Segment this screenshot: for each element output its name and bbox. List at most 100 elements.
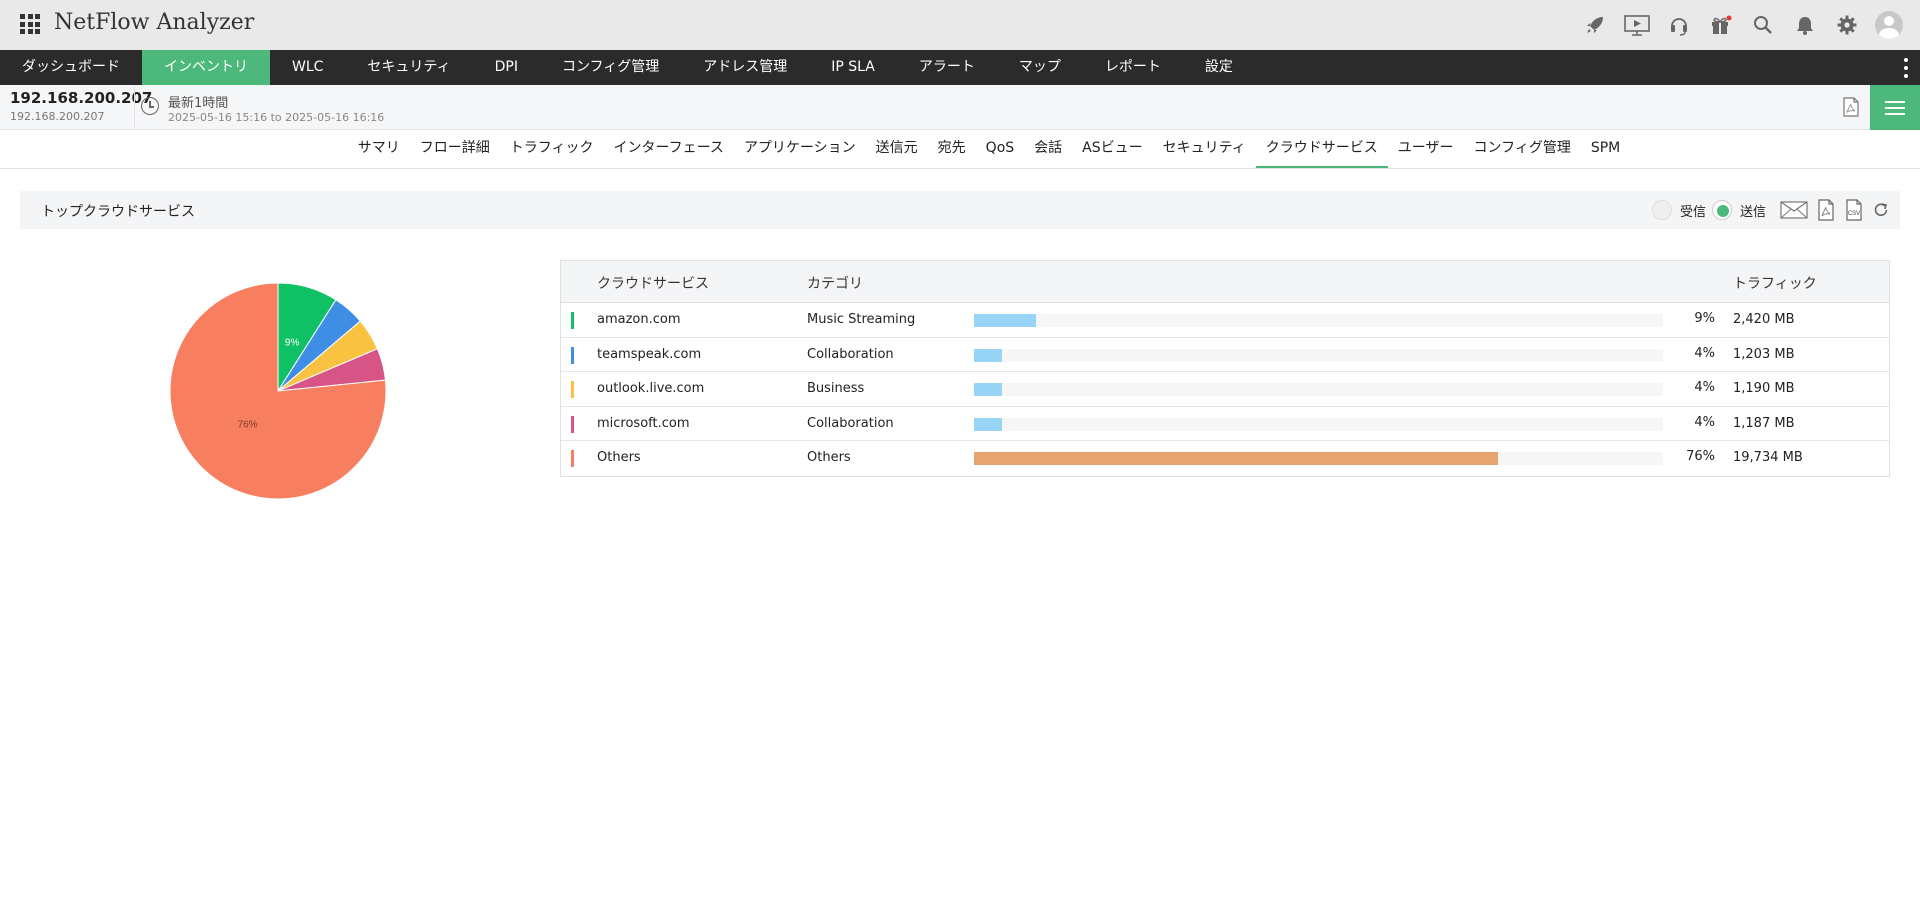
col-header-category[interactable]: カテゴリ bbox=[807, 273, 863, 293]
traffic-percent: 9% bbox=[1694, 311, 1715, 326]
nav-item-8[interactable]: アラート bbox=[897, 50, 997, 85]
tab-0[interactable]: サマリ bbox=[348, 130, 410, 168]
tab-12[interactable]: ユーザー bbox=[1388, 130, 1464, 168]
app-title: NetFlow Analyzer bbox=[54, 10, 255, 35]
traffic-share-bar bbox=[974, 417, 1663, 431]
refresh-icon[interactable] bbox=[1872, 201, 1890, 219]
widget-title: トップクラウドサービス bbox=[41, 204, 195, 220]
nav-item-4[interactable]: DPI bbox=[473, 50, 540, 85]
receive-radio[interactable] bbox=[1651, 200, 1672, 220]
table-body: amazon.com Music Streaming 9% 2,420 MB teams… bbox=[561, 303, 1889, 476]
gear-icon[interactable] bbox=[1826, 8, 1868, 42]
tab-4[interactable]: アプリケーション bbox=[734, 130, 866, 168]
send-label[interactable]: 送信 bbox=[1740, 201, 1766, 220]
search-icon[interactable] bbox=[1742, 8, 1784, 42]
email-icon[interactable] bbox=[1780, 200, 1808, 220]
nav-item-5[interactable]: コンフィグ管理 bbox=[540, 50, 681, 85]
pdf-export-icon[interactable] bbox=[1842, 97, 1860, 121]
traffic-volume: 2,420 MB bbox=[1733, 312, 1795, 327]
service-name[interactable]: amazon.com bbox=[597, 312, 681, 327]
pdf-icon[interactable] bbox=[1816, 199, 1836, 221]
traffic-share-bar bbox=[974, 383, 1663, 396]
rocket-icon[interactable] bbox=[1574, 8, 1616, 42]
service-name[interactable]: outlook.live.com bbox=[597, 381, 704, 396]
nav-item-0[interactable]: ダッシュボード bbox=[0, 50, 142, 85]
user-avatar[interactable] bbox=[1868, 8, 1910, 42]
widget-header: トップクラウドサービス 受信 送信 CSV bbox=[20, 191, 1900, 229]
svg-text:CSV: CSV bbox=[1848, 211, 1860, 217]
traffic-share-bar bbox=[974, 314, 1663, 327]
traffic-percent: 76% bbox=[1686, 449, 1715, 464]
col-header-traffic[interactable]: トラフィック bbox=[1733, 273, 1817, 293]
device-ip-sub: 192.168.200.207 bbox=[10, 110, 105, 123]
nav-item-2[interactable]: WLC bbox=[270, 50, 345, 85]
tab-1[interactable]: フロー詳細 bbox=[410, 130, 500, 168]
hamburger-menu-icon[interactable] bbox=[1870, 85, 1920, 130]
tab-3[interactable]: インターフェース bbox=[603, 130, 733, 168]
app-header: NetFlow Analyzer bbox=[0, 0, 1920, 50]
traffic-share-bar-fill bbox=[974, 452, 1498, 465]
service-category: Collaboration bbox=[807, 346, 894, 362]
traffic-volume: 1,203 MB bbox=[1733, 346, 1795, 362]
service-category: Others bbox=[807, 450, 851, 465]
table-row[interactable]: outlook.live.com Business 4% 1,190 MB bbox=[561, 372, 1889, 407]
traffic-volume: 1,187 MB bbox=[1733, 415, 1795, 431]
service-name[interactable]: microsoft.com bbox=[597, 416, 690, 431]
send-radio[interactable] bbox=[1711, 200, 1732, 220]
tab-6[interactable]: 宛先 bbox=[928, 130, 976, 168]
table-header: クラウドサービス カテゴリ トラフィック bbox=[561, 261, 1889, 303]
tab-13[interactable]: コンフィグ管理 bbox=[1464, 130, 1581, 168]
more-options-icon[interactable] bbox=[1904, 58, 1908, 78]
service-name[interactable]: Others bbox=[597, 450, 641, 465]
traffic-volume: 19,734 MB bbox=[1733, 450, 1803, 465]
nav-item-10[interactable]: レポート bbox=[1083, 50, 1183, 85]
time-period-label[interactable]: 最新1時間 bbox=[168, 92, 228, 111]
traffic-percent: 4% bbox=[1694, 380, 1715, 395]
tab-11[interactable]: クラウドサービス bbox=[1255, 130, 1388, 168]
table-row[interactable]: amazon.com Music Streaming 9% 2,420 MB bbox=[561, 303, 1889, 338]
traffic-share-bar-fill bbox=[974, 417, 1002, 431]
presentation-icon[interactable] bbox=[1616, 8, 1658, 42]
cloud-services-pie-chart: 9% 76% bbox=[169, 282, 387, 500]
clock-icon[interactable] bbox=[141, 97, 159, 115]
table-row[interactable]: teamspeak.com Collaboration 4% 1,203 MB bbox=[561, 338, 1889, 372]
nav-item-6[interactable]: アドレス管理 bbox=[681, 50, 809, 85]
series-color-marker bbox=[571, 415, 574, 433]
col-header-service[interactable]: クラウドサービス bbox=[597, 273, 709, 293]
receive-label[interactable]: 受信 bbox=[1680, 201, 1706, 220]
traffic-share-bar-fill bbox=[974, 383, 1002, 396]
series-color-marker bbox=[571, 312, 574, 329]
csv-icon[interactable]: CSV bbox=[1844, 199, 1864, 221]
tab-14[interactable]: SPM bbox=[1581, 130, 1630, 168]
service-name[interactable]: teamspeak.com bbox=[597, 347, 701, 362]
main-nav: ダッシュボード インベントリ WLC セキュリティ DPI コンフィグ管理 アドレス管理 IP… bbox=[0, 50, 1920, 85]
header-icons bbox=[1574, 8, 1910, 42]
tab-5[interactable]: 送信元 bbox=[866, 130, 928, 168]
tab-10[interactable]: セキュリティ bbox=[1153, 130, 1256, 168]
cloud-services-table: クラウドサービス カテゴリ トラフィック amazon.com Music Str… bbox=[560, 260, 1890, 477]
tab-2[interactable]: トラフィック bbox=[500, 130, 604, 168]
tab-8[interactable]: 会話 bbox=[1024, 130, 1072, 168]
nav-item-3[interactable]: セキュリティ bbox=[345, 50, 472, 85]
traffic-percent: 4% bbox=[1694, 345, 1715, 361]
nav-item-1[interactable]: インベントリ bbox=[142, 50, 270, 85]
pie-slice-label: 76% bbox=[238, 420, 258, 431]
table-row[interactable]: Others Others 76% 19,734 MB bbox=[561, 441, 1889, 476]
nav-item-9[interactable]: マップ bbox=[997, 50, 1083, 85]
device-ip[interactable]: 192.168.200.207 bbox=[10, 89, 152, 107]
table-row[interactable]: microsoft.com Collaboration 4% 1,187 MB bbox=[561, 407, 1889, 441]
nav-item-7[interactable]: IP SLA bbox=[809, 50, 897, 85]
tab-9[interactable]: ASビュー bbox=[1072, 130, 1152, 168]
series-color-marker bbox=[571, 346, 574, 364]
service-category: Music Streaming bbox=[807, 312, 916, 327]
time-period-range: 2025-05-16 15:16 to 2025-05-16 16:16 bbox=[168, 111, 385, 124]
tab-7[interactable]: QoS bbox=[976, 130, 1024, 168]
nav-item-11[interactable]: 設定 bbox=[1183, 50, 1255, 85]
app-grid-icon[interactable] bbox=[20, 14, 40, 34]
headset-icon[interactable] bbox=[1658, 8, 1700, 42]
device-bar: 192.168.200.207 192.168.200.207 最新1時間 20… bbox=[0, 85, 1920, 130]
bell-icon[interactable] bbox=[1784, 8, 1826, 42]
sub-tabs: サマリ フロー詳細 トラフィック インターフェース アプリケーション 送信元 宛先 QoS 会話… bbox=[0, 130, 1920, 169]
gift-icon[interactable] bbox=[1700, 8, 1742, 42]
service-category: Collaboration bbox=[807, 415, 894, 431]
